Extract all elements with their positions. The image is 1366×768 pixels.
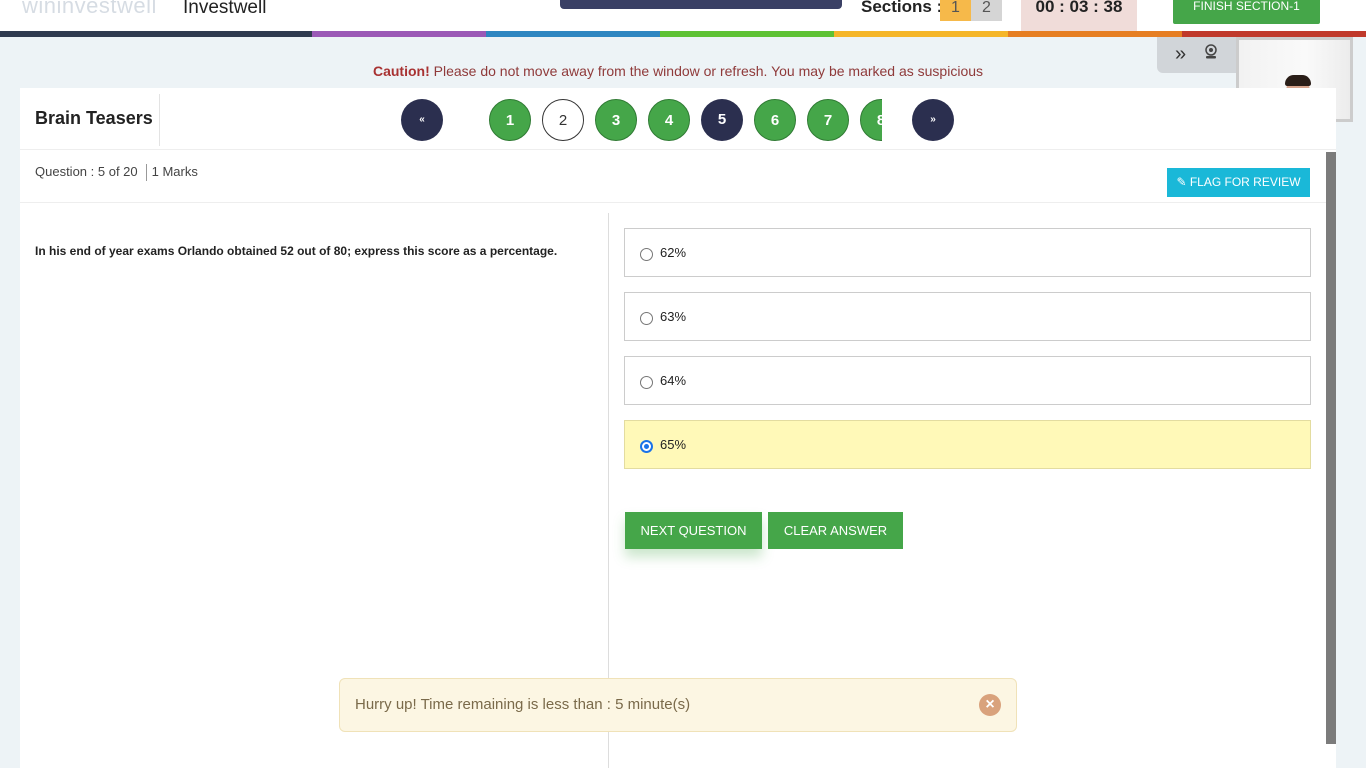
- divider: [159, 94, 160, 146]
- countdown-timer: 00 : 03 : 38: [1021, 0, 1137, 31]
- logo: wininvestwell: [22, 0, 157, 18]
- pager-question-3[interactable]: 3: [595, 99, 637, 141]
- section-title: Brain Teasers: [35, 108, 153, 128]
- option-label: 65%: [660, 437, 687, 452]
- question-text: In his end of year exams Orlando obtaine…: [35, 244, 558, 258]
- clear-answer-button[interactable]: CLEAR ANSWER: [768, 512, 903, 549]
- divider: [20, 202, 1336, 203]
- question-meta: Question : 5 of 20 1 Marks: [35, 164, 198, 182]
- radio-button[interactable]: [640, 312, 653, 325]
- flag-label: FLAG FOR REVIEW: [1189, 175, 1301, 189]
- pager-question-7[interactable]: 7: [807, 99, 849, 141]
- sections-label: Sections :: [861, 0, 943, 16]
- next-question-button[interactable]: NEXT QUESTION: [625, 512, 762, 549]
- caution-text: Please do not move away from the window …: [429, 63, 984, 79]
- top-header: wininvestwell Investwell Sections : 1 2 …: [0, 0, 1366, 31]
- caution-banner: Caution! Please do not move away from th…: [0, 63, 1356, 79]
- pager-overflow: 8: [860, 99, 882, 141]
- section-tab-1[interactable]: 1: [940, 0, 971, 21]
- answer-option[interactable]: 65%: [624, 420, 1311, 469]
- pager-prev-button[interactable]: «: [401, 99, 443, 141]
- scrollbar[interactable]: [1326, 152, 1336, 744]
- time-warning-toast: Hurry up! Time remaining is less than : …: [339, 678, 1017, 732]
- pager-question-4[interactable]: 4: [648, 99, 690, 141]
- section-tab-2[interactable]: 2: [971, 0, 1002, 21]
- pager-question-1[interactable]: 1: [489, 99, 531, 141]
- answer-option[interactable]: 63%: [624, 292, 1311, 341]
- question-panel: Brain Teasers « 1 2 3 4 5 6 7 8 » Questi…: [20, 88, 1336, 768]
- finish-section-button[interactable]: FINISH SECTION-1: [1173, 0, 1320, 24]
- meta-separator: [145, 164, 147, 182]
- pager-question-5[interactable]: 5: [701, 99, 743, 141]
- answer-option[interactable]: 62%: [624, 228, 1311, 277]
- option-label: 64%: [660, 373, 687, 388]
- radio-button[interactable]: [640, 440, 653, 453]
- answer-option[interactable]: 64%: [624, 356, 1311, 405]
- question-marks: 1 Marks: [151, 164, 198, 179]
- radio-button[interactable]: [640, 376, 653, 389]
- question-counter: Question : 5 of 20: [35, 164, 138, 179]
- pager-question-8[interactable]: 8: [860, 99, 882, 141]
- panel-toolbar: Brain Teasers « 1 2 3 4 5 6 7 8 »: [20, 88, 1336, 150]
- color-segment: [834, 31, 1008, 37]
- radio-button[interactable]: [640, 248, 653, 261]
- header-dropdown[interactable]: [560, 0, 842, 9]
- caution-strong: Caution!: [372, 63, 430, 79]
- pager-question-2[interactable]: 2: [542, 99, 584, 141]
- option-label: 63%: [660, 309, 687, 324]
- close-circle-icon[interactable]: ×: [979, 694, 1001, 716]
- color-segment: [0, 31, 312, 37]
- color-segment: [486, 31, 660, 37]
- pin-icon: ✎: [1176, 175, 1190, 189]
- color-segment: [312, 31, 486, 37]
- pager-next-button[interactable]: »: [912, 99, 954, 141]
- toast-message: Hurry up! Time remaining is less than : …: [355, 696, 691, 713]
- color-segment: [660, 31, 834, 37]
- color-segment: [1008, 31, 1182, 37]
- option-label: 62%: [660, 245, 687, 260]
- brand-name: Investwell: [183, 0, 267, 18]
- webcam-icon[interactable]: [1203, 44, 1219, 60]
- flag-for-review-button[interactable]: ✎ FLAG FOR REVIEW: [1167, 168, 1310, 197]
- pager-question-6[interactable]: 6: [754, 99, 796, 141]
